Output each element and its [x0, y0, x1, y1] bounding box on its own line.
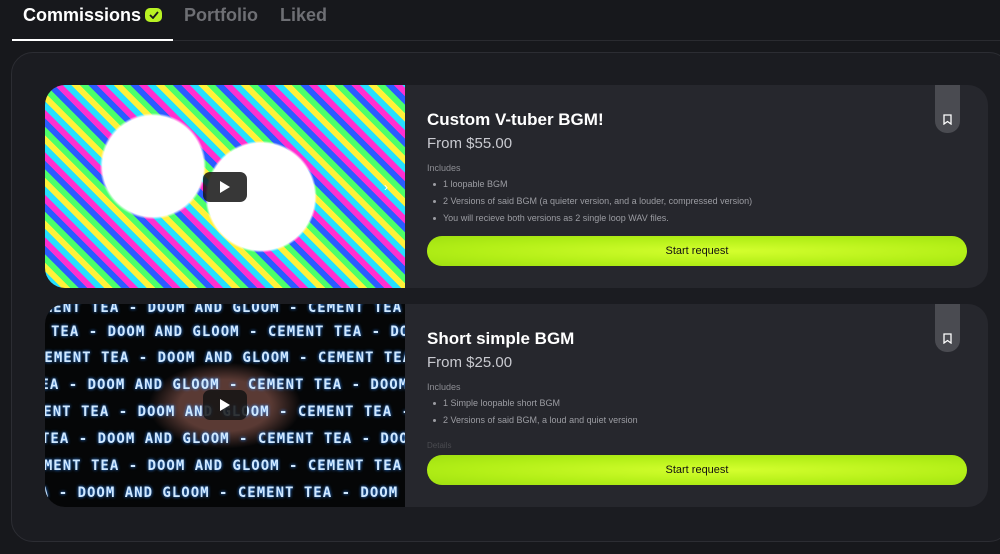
video-thumbnail[interactable]: ›	[45, 85, 405, 288]
list-item: 2 Versions of said BGM, a loud and quiet…	[427, 412, 638, 429]
includes-label: Includes	[427, 163, 461, 173]
bookmark-icon	[943, 333, 952, 344]
verified-check-icon	[145, 8, 163, 22]
bookmark-button[interactable]	[935, 304, 960, 352]
commission-info: Short simple BGM From $25.00 Includes 1 …	[427, 304, 967, 507]
list-item: 1 loopable BGM	[427, 176, 752, 193]
start-request-button[interactable]: Start request	[427, 455, 967, 485]
thumbnail-ticker-text: CEMENT TEA - DOOM AND GLOOM - CEMENT TEA…	[45, 324, 405, 340]
commission-card: CEMENT TEA - DOOM AND GLOOM - CEMENT TEA…	[45, 304, 988, 507]
commission-card: › Custom V-tuber BGM! From $55.00 Includ…	[45, 85, 988, 288]
tab-portfolio-label: Portfolio	[184, 4, 259, 25]
list-item: 2 Versions of said BGM (a quieter versio…	[427, 193, 752, 210]
includes-list: 1 Simple loopable short BGM 2 Versions o…	[427, 395, 638, 429]
includes-label: Includes	[427, 382, 461, 392]
commission-title: Short simple BGM	[427, 329, 575, 348]
list-item: You will recieve both versions as 2 sing…	[427, 210, 752, 227]
play-button[interactable]	[203, 172, 247, 202]
bookmark-icon	[943, 114, 952, 125]
tab-liked-label: Liked	[280, 4, 328, 25]
play-icon	[220, 181, 230, 193]
bookmark-button[interactable]	[935, 85, 960, 133]
commission-price: From $55.00	[427, 135, 513, 152]
video-thumbnail[interactable]: CEMENT TEA - DOOM AND GLOOM - CEMENT TEA…	[45, 304, 405, 507]
commission-price: From $25.00	[427, 354, 513, 371]
thumbnail-ticker-text: CEMENT TEA - DOOM AND GLOOM - CEMENT TEA…	[45, 485, 405, 501]
thumbnail-ticker-text: CEMENT TEA - DOOM AND GLOOM - CEMENT TEA…	[45, 431, 405, 447]
chevron-right-icon[interactable]: ›	[379, 178, 393, 196]
commission-info: Custom V-tuber BGM! From $55.00 Includes…	[427, 85, 967, 288]
tab-commissions-label: Commissions	[23, 4, 142, 25]
tab-portfolio[interactable]: Portfolio	[173, 0, 269, 40]
commission-title: Custom V-tuber BGM!	[427, 110, 604, 129]
tab-liked[interactable]: Liked	[269, 0, 338, 40]
play-icon	[220, 399, 230, 411]
play-button[interactable]	[203, 390, 247, 420]
thumbnail-ticker-text: CEMENT TEA - DOOM AND GLOOM - CEMENT TEA…	[45, 350, 405, 366]
details-label: Details	[427, 441, 452, 450]
includes-list: 1 loopable BGM 2 Versions of said BGM (a…	[427, 176, 752, 227]
thumbnail-ticker-text: CEMENT TEA - DOOM AND GLOOM - CEMENT TEA…	[45, 304, 405, 316]
tab-commissions[interactable]: Commissions	[12, 0, 174, 41]
tab-bar: Commissions Portfolio Liked	[12, 0, 1000, 41]
list-item: 1 Simple loopable short BGM	[427, 395, 638, 412]
thumbnail-ticker-text: CEMENT TEA - DOOM AND GLOOM - CEMENT TEA…	[45, 458, 405, 474]
start-request-button[interactable]: Start request	[427, 236, 967, 266]
